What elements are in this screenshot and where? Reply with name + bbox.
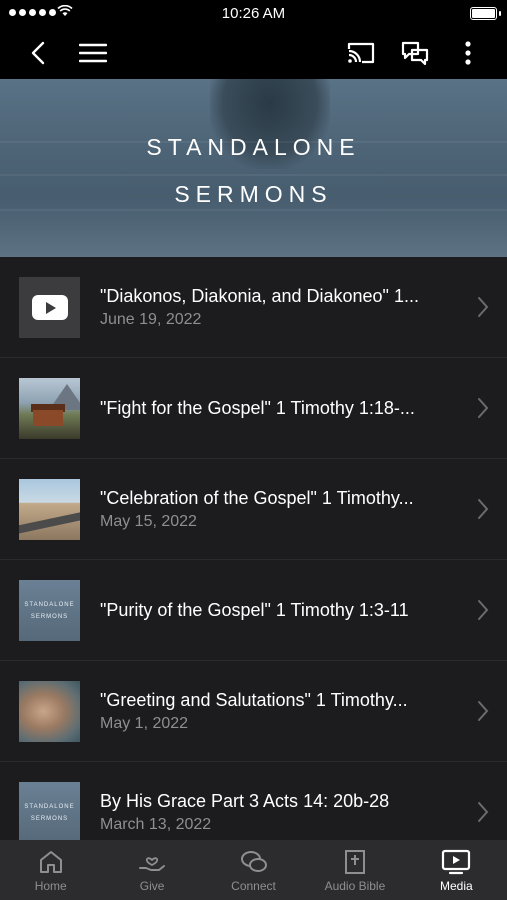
tab-connect[interactable]: Connect xyxy=(203,840,304,900)
hero-title-line-2: SERMONS xyxy=(174,181,333,207)
back-button[interactable] xyxy=(20,27,56,79)
tab-home[interactable]: Home xyxy=(0,840,101,900)
status-time: 10:26 AM xyxy=(221,5,286,22)
tab-audio-bible[interactable]: Audio Bible xyxy=(304,840,405,900)
media-icon xyxy=(442,849,471,875)
chevron-right-icon xyxy=(478,600,489,620)
chevron-right-icon xyxy=(478,297,489,317)
chevron-right-icon xyxy=(478,499,489,519)
tab-label: Media xyxy=(439,879,473,893)
item-title: "Greeting and Salutations" 1 Timothy... xyxy=(100,689,408,710)
tab-label: Home xyxy=(34,879,67,893)
battery-icon xyxy=(470,7,501,20)
item-date: May 1, 2022 xyxy=(100,714,189,732)
list-item[interactable]: "Celebration of the Gospel" 1 Timothy...… xyxy=(0,459,507,560)
cliff-photo-thumbnail xyxy=(19,681,80,742)
item-date: June 19, 2022 xyxy=(100,310,202,328)
tab-media[interactable]: Media xyxy=(406,840,507,900)
more-vertical-icon xyxy=(465,41,471,65)
nav-bar xyxy=(0,27,507,79)
list-item[interactable]: "Greeting and Salutations" 1 Timothy... … xyxy=(0,661,507,762)
tab-label: Audio Bible xyxy=(324,879,386,893)
cast-button[interactable] xyxy=(343,27,379,79)
item-title: "Celebration of the Gospel" 1 Timothy... xyxy=(100,487,414,508)
hamburger-icon xyxy=(79,43,107,63)
item-date: May 15, 2022 xyxy=(100,512,197,530)
item-title: By His Grace Part 3 Acts 14: 20b-28 xyxy=(100,790,390,811)
chevron-right-icon xyxy=(478,398,489,418)
menu-button[interactable] xyxy=(76,27,110,79)
item-title: "Fight for the Gospel" 1 Timothy 1:18-..… xyxy=(100,397,415,418)
hero-banner: STANDALONE SERMONS xyxy=(0,79,507,257)
item-date: March 13, 2022 xyxy=(100,815,212,833)
chevron-right-icon xyxy=(478,802,489,822)
status-bar: 10:26 AM xyxy=(0,0,507,27)
list-item[interactable]: STANDALONE SERMONS By His Grace Part 3 A… xyxy=(0,762,507,840)
chevron-left-icon xyxy=(31,41,45,65)
give-icon xyxy=(139,857,166,871)
item-title: "Diakonos, Diakonia, and Diakoneo" 1... xyxy=(100,285,419,306)
sermon-list: "Diakonos, Diakonia, and Diakoneo" 1... … xyxy=(0,257,507,840)
youtube-icon xyxy=(19,277,80,338)
tab-give[interactable]: Give xyxy=(101,840,202,900)
more-button[interactable] xyxy=(456,27,480,79)
home-icon xyxy=(39,851,62,873)
chat-icon xyxy=(401,41,429,65)
tab-label: Give xyxy=(139,879,165,893)
cabin-photo-thumbnail xyxy=(19,378,80,439)
bible-icon xyxy=(344,850,365,874)
list-item[interactable]: "Diakonos, Diakonia, and Diakoneo" 1... … xyxy=(0,257,507,358)
list-item[interactable]: "Fight for the Gospel" 1 Timothy 1:18-..… xyxy=(0,358,507,459)
connect-icon xyxy=(240,851,267,872)
sermon-artwork-thumbnail: STANDALONE SERMONS xyxy=(19,580,80,641)
chat-button[interactable] xyxy=(397,27,433,79)
cast-icon xyxy=(347,42,375,64)
road-photo-thumbnail xyxy=(19,479,80,540)
tab-label: Connect xyxy=(231,879,276,893)
chevron-right-icon xyxy=(478,701,489,721)
list-item[interactable]: STANDALONE SERMONS "Purity of the Gospel… xyxy=(0,560,507,661)
hero-title-line-1: STANDALONE xyxy=(146,134,361,160)
item-title: "Purity of the Gospel" 1 Timothy 1:3-11 xyxy=(100,599,409,620)
sermon-artwork-thumbnail: STANDALONE SERMONS xyxy=(19,782,80,840)
tab-bar: Home Give Connect Audio Bible Media xyxy=(0,840,507,900)
